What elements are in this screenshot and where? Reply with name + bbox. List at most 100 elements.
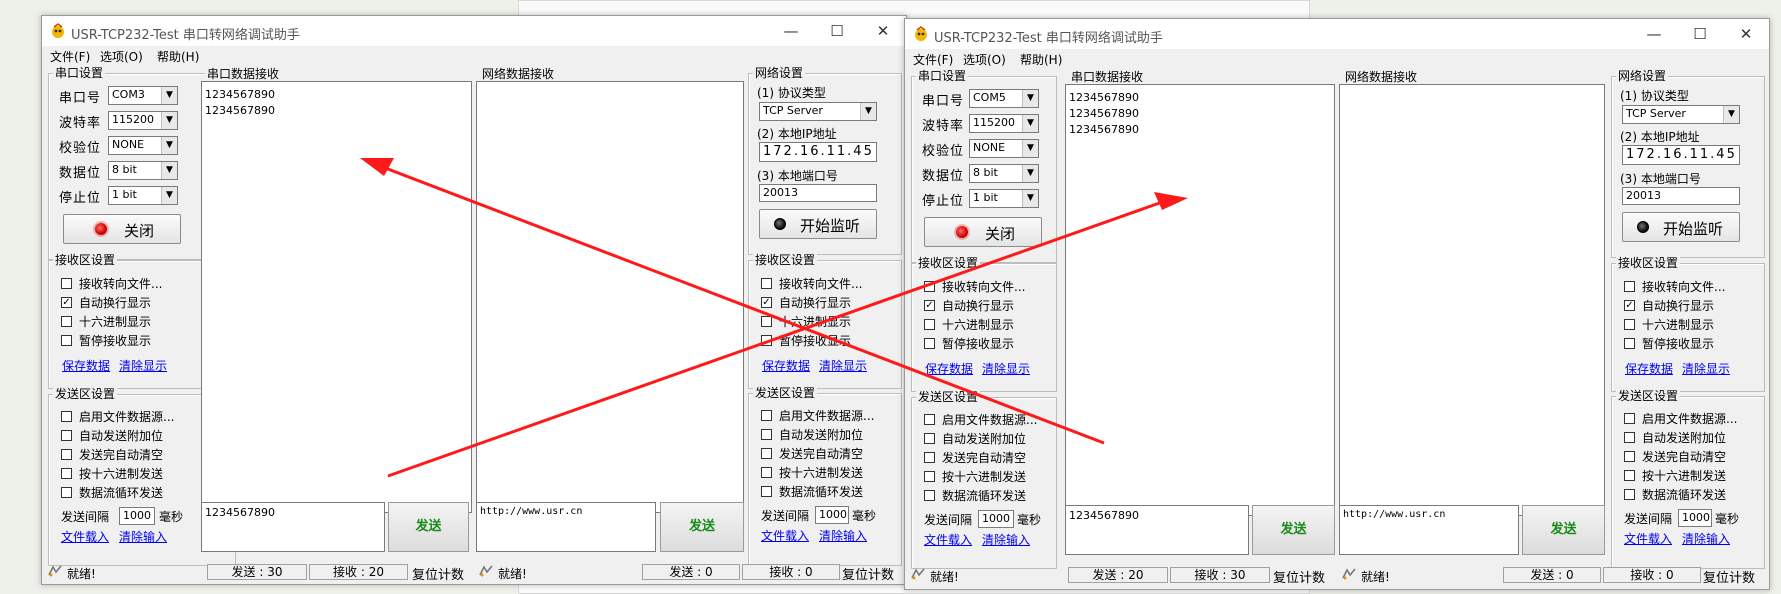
baud-select[interactable]: 115200 ▼ bbox=[108, 111, 178, 130]
databits-select[interactable]: 8 bit ▼ bbox=[969, 164, 1039, 183]
menu-file[interactable]: 文件(F) bbox=[913, 51, 953, 68]
clear-after-checkbox[interactable] bbox=[61, 449, 72, 460]
hex-display-checkbox[interactable] bbox=[1624, 319, 1635, 330]
parity-select[interactable]: NONE ▼ bbox=[969, 139, 1039, 158]
protocol-select[interactable]: TCP Server ▼ bbox=[759, 102, 877, 121]
clear-input-link[interactable]: 清除输入 bbox=[119, 528, 167, 545]
hex-send-checkbox[interactable] bbox=[924, 471, 935, 482]
maximize-icon[interactable]: ☐ bbox=[814, 16, 860, 46]
hex-display-checkbox[interactable] bbox=[761, 316, 772, 327]
menu-help[interactable]: 帮助(H) bbox=[1020, 51, 1062, 68]
interval-input[interactable]: 1000 bbox=[815, 506, 849, 524]
net-recv-area[interactable] bbox=[476, 81, 744, 513]
stopbits-select[interactable]: 1 bit ▼ bbox=[108, 186, 178, 205]
clear-input-link[interactable]: 清除输入 bbox=[982, 531, 1030, 548]
serial-send-button[interactable]: 发送 bbox=[1252, 505, 1335, 555]
hex-send-checkbox[interactable] bbox=[1624, 470, 1635, 481]
pause-display-checkbox[interactable] bbox=[61, 335, 72, 346]
file-source-checkbox[interactable] bbox=[761, 410, 772, 421]
stopbits-select[interactable]: 1 bit ▼ bbox=[969, 189, 1039, 208]
auto-newline-checkbox[interactable]: ✓ bbox=[761, 297, 772, 308]
pause-display-checkbox[interactable] bbox=[1624, 338, 1635, 349]
save-data-link[interactable]: 保存数据 bbox=[62, 357, 110, 374]
port-select[interactable]: COM5 ▼ bbox=[969, 89, 1039, 108]
file-source-checkbox[interactable] bbox=[61, 411, 72, 422]
clear-display-link[interactable]: 清除显示 bbox=[1682, 360, 1730, 377]
serial-recv-area[interactable]: 1234567890 1234567890 1234567890 bbox=[1065, 84, 1335, 516]
redirect-file-checkbox[interactable] bbox=[761, 278, 772, 289]
maximize-icon[interactable]: ☐ bbox=[1677, 19, 1723, 49]
file-load-link[interactable]: 文件载入 bbox=[761, 527, 809, 544]
protocol-select[interactable]: TCP Server ▼ bbox=[1622, 105, 1740, 124]
menu-help[interactable]: 帮助(H) bbox=[157, 48, 199, 65]
interval-input[interactable]: 1000 bbox=[978, 510, 1014, 528]
net-recv-area[interactable] bbox=[1339, 84, 1605, 516]
minimize-icon[interactable]: — bbox=[1631, 19, 1677, 49]
save-data-link[interactable]: 保存数据 bbox=[925, 360, 973, 377]
menu-file[interactable]: 文件(F) bbox=[50, 48, 90, 65]
auto-newline-checkbox[interactable]: ✓ bbox=[924, 300, 935, 311]
loop-send-checkbox[interactable] bbox=[924, 490, 935, 501]
file-load-link[interactable]: 文件载入 bbox=[924, 531, 972, 548]
clear-display-link[interactable]: 清除显示 bbox=[982, 360, 1030, 377]
serial-recv-area[interactable]: 1234567890 1234567890 bbox=[201, 81, 472, 513]
auto-newline-checkbox[interactable]: ✓ bbox=[1624, 300, 1635, 311]
append-checkbox[interactable] bbox=[924, 433, 935, 444]
clear-input-link[interactable]: 清除输入 bbox=[1682, 530, 1730, 547]
close-port-button[interactable]: 关闭 bbox=[924, 217, 1042, 247]
file-load-link[interactable]: 文件载入 bbox=[61, 528, 109, 545]
file-load-link[interactable]: 文件载入 bbox=[1624, 530, 1672, 547]
baud-select[interactable]: 115200 ▼ bbox=[969, 114, 1039, 133]
redirect-file-checkbox[interactable] bbox=[1624, 281, 1635, 292]
auto-newline-checkbox[interactable]: ✓ bbox=[61, 297, 72, 308]
net-send-button[interactable]: 发送 bbox=[660, 502, 744, 552]
databits-select[interactable]: 8 bit ▼ bbox=[108, 161, 178, 180]
interval-input[interactable]: 1000 bbox=[1678, 509, 1712, 527]
net-reset-button[interactable]: 复位计数 bbox=[1703, 567, 1755, 586]
serial-send-button[interactable]: 发送 bbox=[388, 502, 469, 552]
append-checkbox[interactable] bbox=[61, 430, 72, 441]
append-checkbox[interactable] bbox=[1624, 432, 1635, 443]
loop-send-checkbox[interactable] bbox=[761, 486, 772, 497]
close-icon[interactable]: ✕ bbox=[860, 16, 906, 46]
parity-select[interactable]: NONE ▼ bbox=[108, 136, 178, 155]
clear-after-checkbox[interactable] bbox=[1624, 451, 1635, 462]
start-listen-button[interactable]: 开始监听 bbox=[1622, 212, 1740, 242]
save-data-link[interactable]: 保存数据 bbox=[762, 357, 810, 374]
clear-input-link[interactable]: 清除输入 bbox=[819, 527, 867, 544]
file-source-checkbox[interactable] bbox=[1624, 413, 1635, 424]
net-send-input[interactable]: http://www.usr.cn bbox=[1339, 505, 1519, 555]
append-checkbox[interactable] bbox=[761, 429, 772, 440]
redirect-file-checkbox[interactable] bbox=[924, 281, 935, 292]
clear-after-checkbox[interactable] bbox=[924, 452, 935, 463]
ip-input[interactable]: 172.16.11.45 bbox=[759, 142, 877, 162]
redirect-file-checkbox[interactable] bbox=[61, 278, 72, 289]
minimize-icon[interactable]: — bbox=[768, 16, 814, 46]
loop-send-checkbox[interactable] bbox=[1624, 489, 1635, 500]
ip-input[interactable]: 172.16.11.45 bbox=[1622, 145, 1740, 165]
hex-display-checkbox[interactable] bbox=[924, 319, 935, 330]
menu-options[interactable]: 选项(O) bbox=[963, 51, 1006, 68]
interval-input[interactable]: 1000 bbox=[119, 507, 155, 525]
save-data-link[interactable]: 保存数据 bbox=[1625, 360, 1673, 377]
clear-after-checkbox[interactable] bbox=[761, 448, 772, 459]
clear-display-link[interactable]: 清除显示 bbox=[819, 357, 867, 374]
menu-options[interactable]: 选项(O) bbox=[100, 48, 143, 65]
loop-send-checkbox[interactable] bbox=[61, 487, 72, 498]
close-icon[interactable]: ✕ bbox=[1723, 19, 1769, 49]
net-send-button[interactable]: 发送 bbox=[1522, 505, 1605, 555]
hex-send-checkbox[interactable] bbox=[61, 468, 72, 479]
clear-display-link[interactable]: 清除显示 bbox=[119, 357, 167, 374]
port-number-input[interactable]: 20013 bbox=[759, 184, 877, 202]
serial-send-input[interactable]: 1234567890 bbox=[1065, 505, 1249, 555]
serial-send-input[interactable]: 1234567890 bbox=[201, 502, 385, 552]
hex-display-checkbox[interactable] bbox=[61, 316, 72, 327]
serial-reset-button[interactable]: 复位计数 bbox=[1273, 567, 1325, 586]
file-source-checkbox[interactable] bbox=[924, 414, 935, 425]
close-port-button[interactable]: 关闭 bbox=[63, 214, 181, 244]
pause-display-checkbox[interactable] bbox=[761, 335, 772, 346]
port-number-input[interactable]: 20013 bbox=[1622, 187, 1740, 205]
net-reset-button[interactable]: 复位计数 bbox=[842, 564, 894, 583]
hex-send-checkbox[interactable] bbox=[761, 467, 772, 478]
pause-display-checkbox[interactable] bbox=[924, 338, 935, 349]
